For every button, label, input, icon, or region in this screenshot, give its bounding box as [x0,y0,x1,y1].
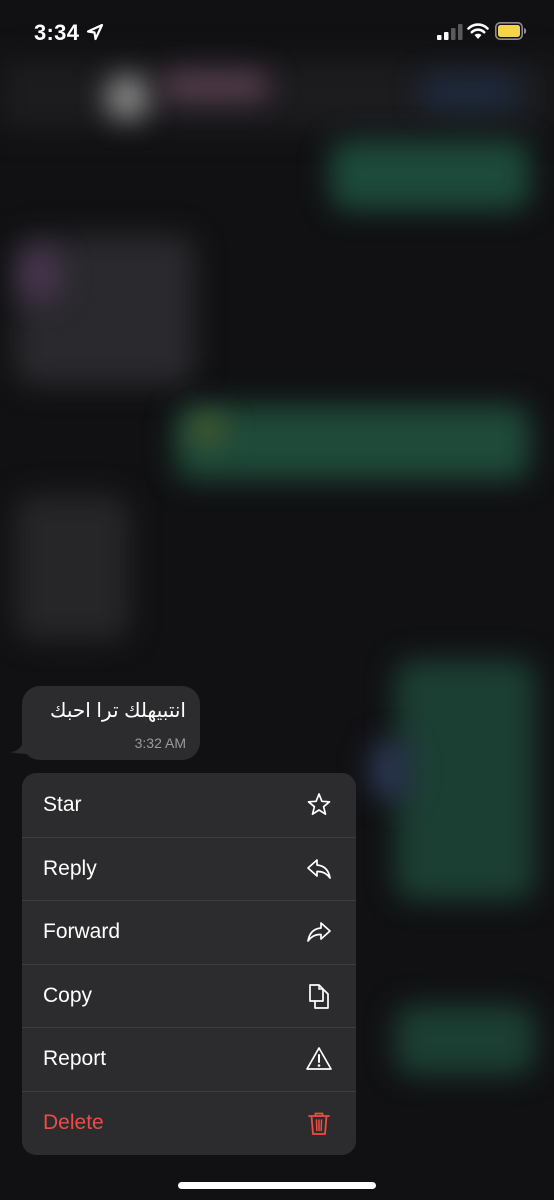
menu-item-label: Star [43,792,82,816]
menu-item-star[interactable]: Star [22,773,356,837]
menu-item-forward[interactable]: Forward [22,900,356,964]
menu-item-label: Copy [43,983,93,1007]
star-icon [307,792,331,815]
message-bubble[interactable]: انتبيهلك ترا احبك 3:32 AM [22,686,200,760]
menu-item-label: Delete [43,1110,104,1134]
menu-item-label: Report [43,1047,107,1071]
wifi-icon [467,23,489,39]
forward-icon [307,922,331,943]
trash-icon [308,1112,330,1135]
reply-icon [307,858,331,879]
menu-item-copy[interactable]: Copy [22,963,356,1028]
location-arrow-icon [86,23,104,41]
warning-icon [306,1047,332,1071]
menu-item-reply[interactable]: Reply [22,836,356,901]
battery-icon [495,22,527,40]
message-context-menu: Star Reply Forward Copy Report Delete [22,773,356,1155]
message-text: انتبيهلك ترا احبك [49,700,186,722]
cellular-signal-icon [437,24,463,40]
status-bar: 3:34 [0,0,554,66]
menu-item-label: Reply [43,856,97,880]
message-timestamp: 3:32 AM [134,735,186,751]
menu-item-report[interactable]: Report [22,1027,356,1091]
menu-item-label: Forward [43,920,121,944]
menu-item-delete[interactable]: Delete [22,1090,356,1155]
status-time: 3:34 [34,20,80,45]
copy-icon [309,983,329,1009]
home-indicator[interactable] [178,1182,376,1189]
